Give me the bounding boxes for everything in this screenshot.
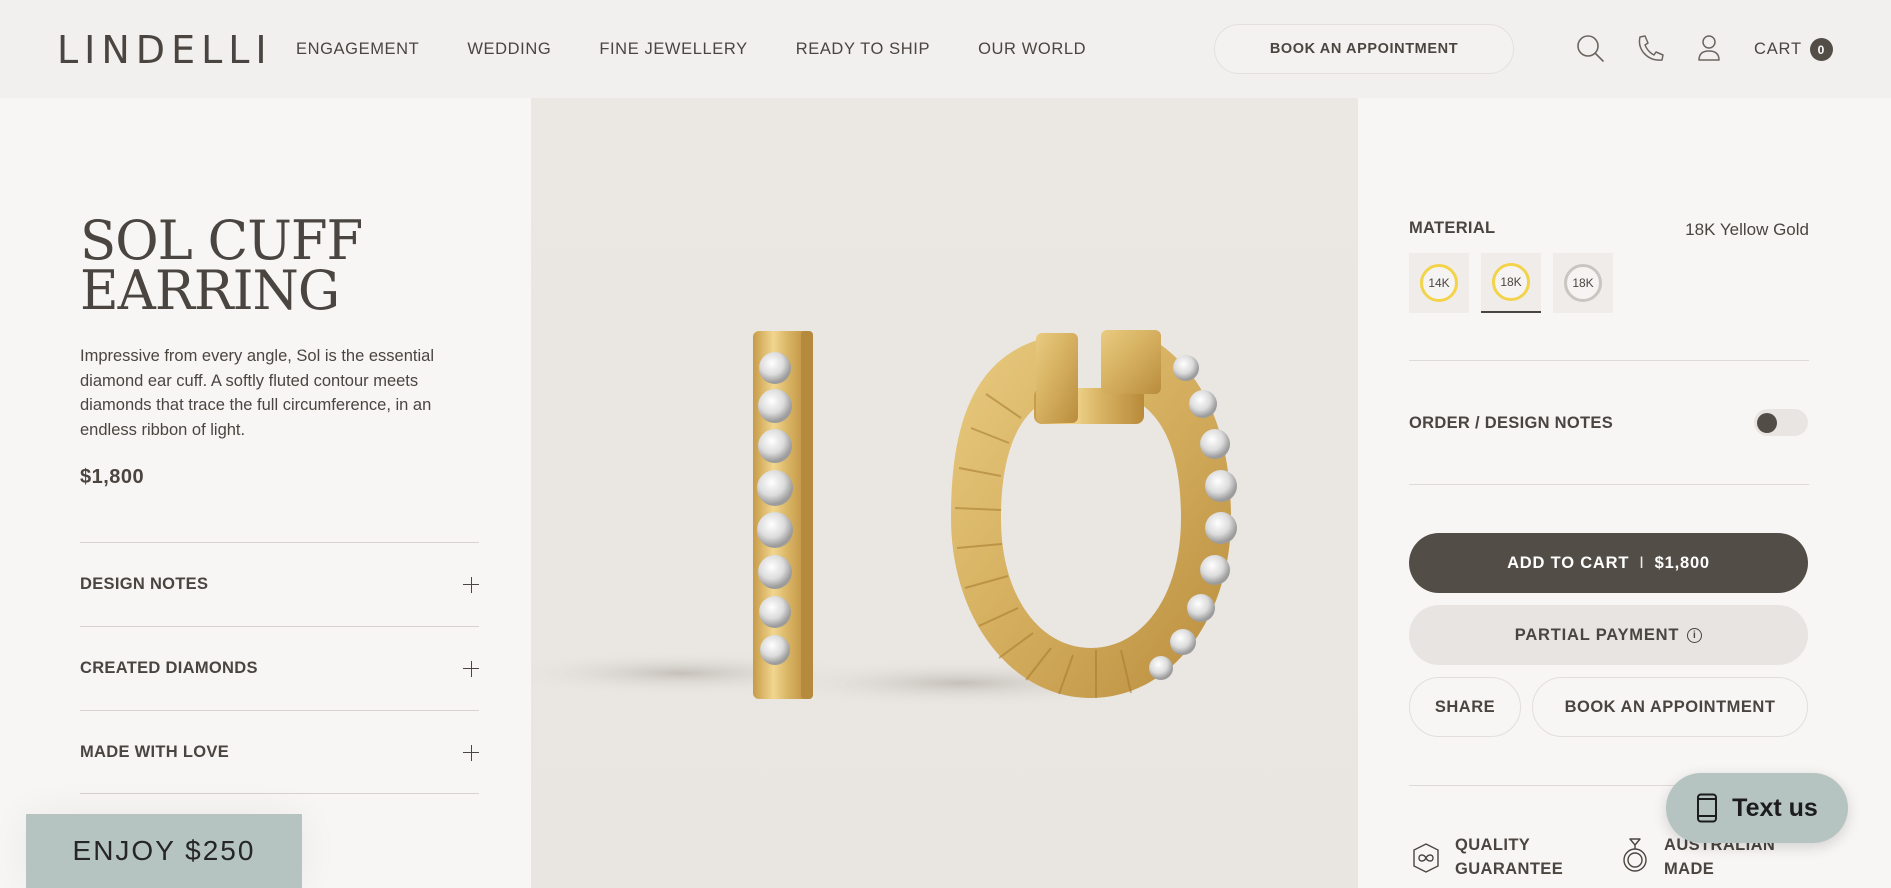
partial-payment-button[interactable]: PARTIAL PAYMENT i <box>1409 605 1808 665</box>
ring-icon <box>1623 838 1647 872</box>
earring-illustration <box>531 330 1237 707</box>
brand-logo[interactable]: LINDELLI <box>57 28 273 72</box>
feature-quality-guarantee: QUALITY GUARANTEE <box>1409 833 1563 881</box>
options-divider <box>1409 484 1809 485</box>
swatch-18k-white[interactable]: 18K <box>1553 253 1613 313</box>
product-image[interactable] <box>531 98 1358 888</box>
add-to-cart-price: $1,800 <box>1654 553 1710 572</box>
add-to-cart-button[interactable]: ADD TO CART I $1,800 <box>1409 533 1808 593</box>
infinity-badge-icon <box>1413 843 1439 873</box>
cart-label: CART <box>1754 40 1802 58</box>
swatch-14k-yellow[interactable]: 14K <box>1409 253 1469 313</box>
phone-icon[interactable] <box>1634 32 1666 64</box>
text-us-chat-button[interactable]: Text us <box>1666 773 1848 843</box>
swatch-label: 14K <box>1420 264 1458 302</box>
accordion-made-with-love[interactable]: MADE WITH LOVE <box>80 710 479 794</box>
accordion-label: CREATED DIAMONDS <box>80 659 258 677</box>
account-icon[interactable] <box>1693 32 1725 64</box>
partial-payment-label: PARTIAL PAYMENT <box>1514 625 1680 644</box>
text-us-label: Text us <box>1732 793 1818 822</box>
options-divider <box>1409 360 1809 361</box>
search-icon[interactable] <box>1574 32 1606 64</box>
plus-icon <box>463 576 479 593</box>
nav-engagement[interactable]: ENGAGEMENT <box>296 40 419 59</box>
design-notes-toggle[interactable] <box>1754 409 1808 436</box>
add-to-cart-separator: I <box>1639 553 1645 572</box>
add-to-cart-label: ADD TO CART <box>1507 553 1630 572</box>
toggle-knob <box>1757 413 1777 433</box>
product-description: Impressive from every angle, Sol is the … <box>80 347 434 439</box>
feature-label: QUALITY GUARANTEE <box>1455 836 1564 878</box>
book-appointment-button[interactable]: BOOK AN APPOINTMENT <box>1532 677 1808 737</box>
product-price: $1,800 <box>80 466 145 488</box>
swatch-label: 18K <box>1564 264 1602 302</box>
plus-icon <box>463 660 479 677</box>
swatch-label: 18K <box>1492 263 1530 301</box>
cart-link[interactable]: CART 0 <box>1754 38 1833 61</box>
cart-count-badge: 0 <box>1809 38 1833 61</box>
nav-fine-jewellery[interactable]: FINE JEWELLERY <box>599 40 747 59</box>
plus-icon <box>463 744 479 761</box>
swatch-18k-yellow[interactable]: 18K <box>1481 253 1541 313</box>
mobile-phone-icon <box>1697 793 1718 823</box>
accordion-label: MADE WITH LOVE <box>80 743 230 761</box>
product-title: SOL CUFF EARRING <box>80 209 363 322</box>
order-design-notes-label: ORDER / DESIGN NOTES <box>1409 414 1614 432</box>
nav-ready-to-ship[interactable]: READY TO SHIP <box>796 40 930 59</box>
accordion-label: DESIGN NOTES <box>80 575 209 593</box>
header-book-appointment-button[interactable]: BOOK AN APPOINTMENT <box>1214 24 1514 74</box>
accordion-design-notes[interactable]: DESIGN NOTES <box>80 542 479 626</box>
site-header: LINDELLI ENGAGEMENT WEDDING FINE JEWELLE… <box>0 0 1891 98</box>
main-nav: ENGAGEMENT WEDDING FINE JEWELLERY READY … <box>296 40 1134 59</box>
material-label: MATERIAL <box>1409 219 1496 237</box>
accordion-created-diamonds[interactable]: CREATED DIAMONDS <box>80 626 479 710</box>
accordion-divider <box>80 793 479 794</box>
nav-wedding[interactable]: WEDDING <box>467 40 551 59</box>
material-selected-value: 18K Yellow Gold <box>1685 220 1809 239</box>
promo-enjoy-button[interactable]: ENJOY $250 <box>26 814 302 888</box>
share-button[interactable]: SHARE <box>1409 677 1521 737</box>
info-icon[interactable]: i <box>1687 627 1703 643</box>
nav-our-world[interactable]: OUR WORLD <box>978 40 1086 59</box>
